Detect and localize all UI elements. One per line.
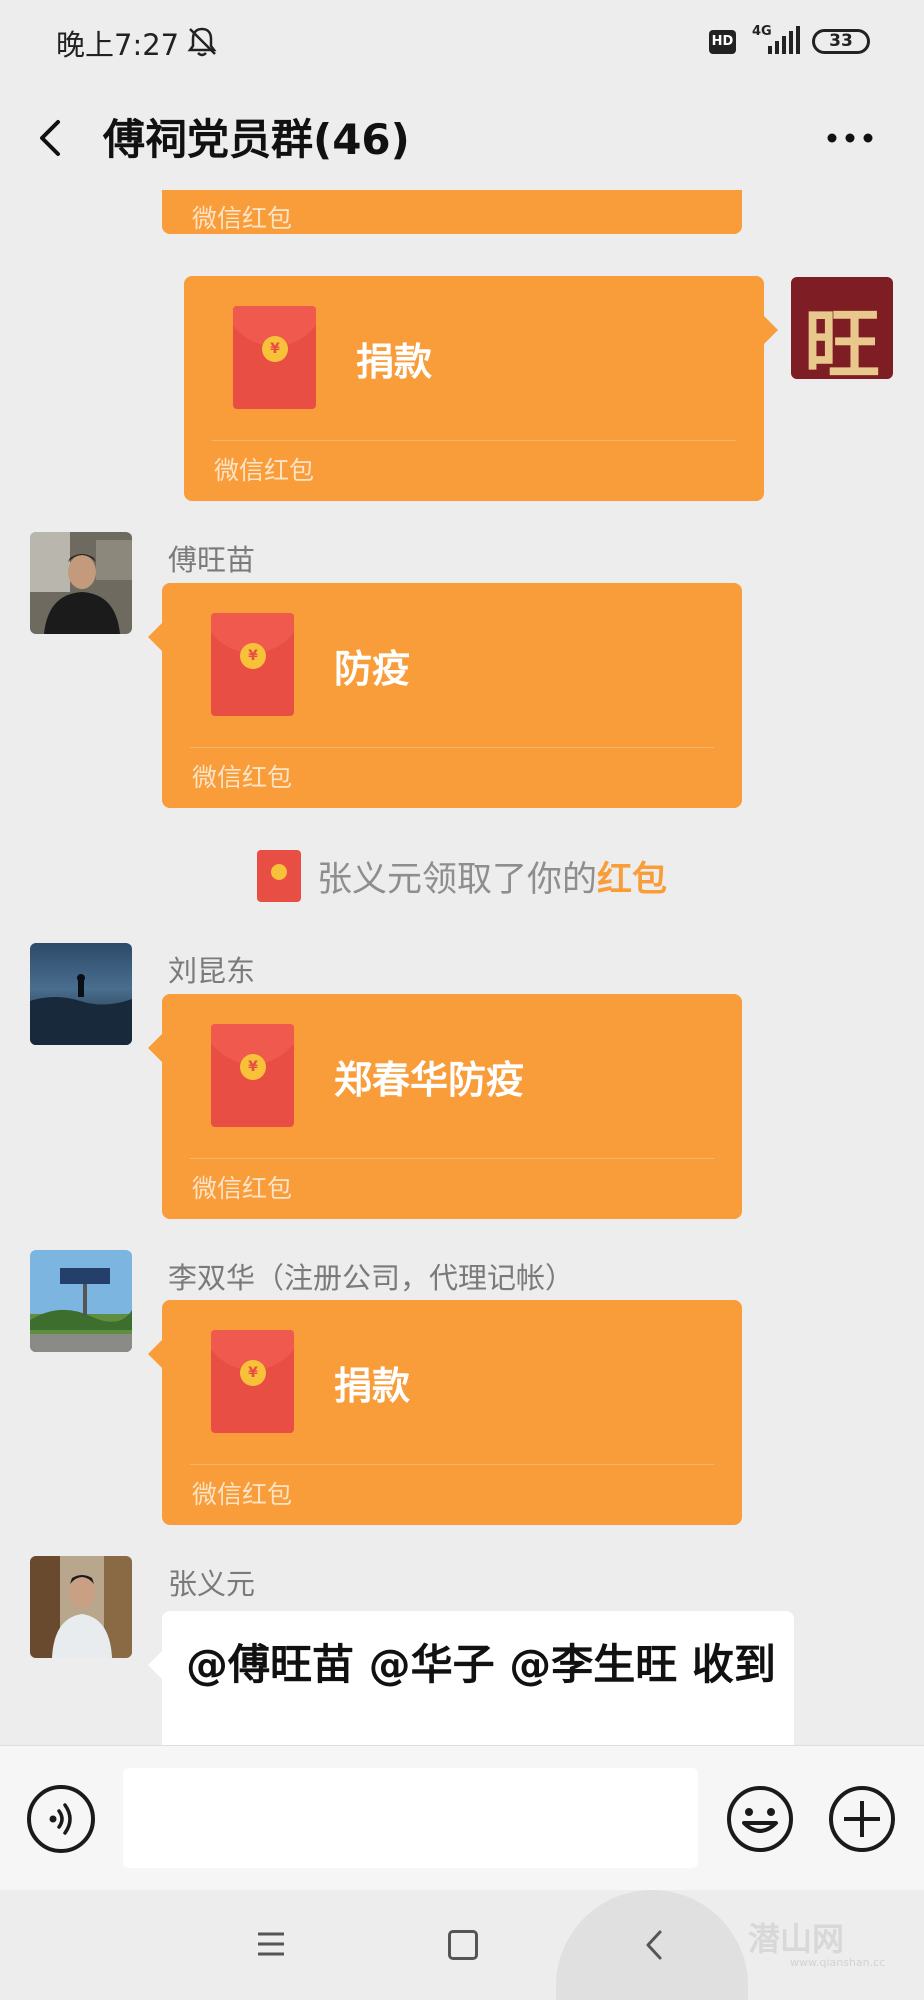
system-notice-text: 张义元领取了你的 [316,859,597,900]
avatar[interactable] [30,1556,132,1658]
voice-icon[interactable] [27,1785,95,1853]
input-bar [0,1745,924,1890]
back-icon[interactable] [640,1928,670,1962]
battery-indicator: 33 [812,29,870,54]
system-notice: 张义元领取了你的红包 [0,850,924,910]
red-envelope-icon: ¥ [211,613,294,716]
home-icon[interactable] [448,1930,478,1960]
emoji-icon[interactable] [726,1785,794,1853]
bell-off-icon [187,27,217,57]
avatar-photo [30,1250,132,1352]
chevron-left-icon[interactable] [30,108,70,168]
red-packet-footer: 微信红包 [192,204,293,233]
watermark-subtitle: www.qianshan.cc [790,1956,886,1969]
message-text: @傅旺苗 @华子 @李生旺 收到 [186,1640,776,1689]
sender-name: 张义元 [168,1567,256,1601]
watermark: 潜山网 [748,1920,845,1958]
red-envelope-icon: ¥ [233,306,316,409]
red-packet-message[interactable]: 微信红包 [162,190,742,234]
red-packet-footer: 微信红包 [192,1174,293,1203]
avatar[interactable] [30,532,132,634]
red-envelope-icon: ¥ [211,1024,294,1127]
red-packet-message[interactable]: ¥ 捐款 微信红包 [148,1300,742,1525]
text-message[interactable]: @傅旺苗 @华子 @李生旺 收到 [148,1611,794,1745]
red-packet-message[interactable]: ¥ 郑春华防疫 微信红包 [148,994,742,1219]
avatar-glyph: 旺 [804,300,880,379]
red-packet-message[interactable]: ¥ 捐款 微信红包 [184,276,778,501]
red-packet-title: 捐款 [356,340,433,384]
red-packet-footer: 微信红包 [192,763,293,792]
avatar[interactable]: 旺 [791,277,893,379]
red-packet-message[interactable]: ¥ 防疫 微信红包 [148,583,742,808]
red-packet-title: 捐款 [334,1364,411,1408]
avatar[interactable] [30,943,132,1045]
sender-name: 傅旺苗 [168,543,256,577]
hd-badge: HD [709,30,736,54]
signal-icon [768,26,800,54]
avatar-photo [30,532,132,634]
plus-icon[interactable] [828,1785,896,1853]
system-nav-bar: 潜山网 www.qianshan.cc [0,1890,924,2000]
chat-title: 傅祠党员群(46) [103,115,410,164]
chat-header: 傅祠党员群(46) [0,86,924,190]
red-packet-title: 防疫 [334,647,411,691]
status-time: 晚上7:27 [56,28,180,62]
status-bar: 晚上7:27 HD 4G 33 [0,0,924,86]
red-packet-link[interactable]: 红包 [597,860,667,900]
red-packet-footer: 微信红包 [192,1480,293,1509]
avatar-photo [30,1556,132,1658]
avatar-photo [30,943,132,1045]
more-dots-icon[interactable] [825,120,875,156]
red-envelope-icon [256,850,301,902]
message-input[interactable] [123,1768,698,1868]
sender-name: 李双华（注册公司，代理记帐） [168,1261,575,1295]
avatar[interactable] [30,1250,132,1352]
red-packet-footer: 微信红包 [214,456,315,485]
red-envelope-icon: ¥ [211,1330,294,1433]
menu-icon[interactable] [256,1930,286,1958]
red-packet-title: 郑春华防疫 [334,1058,525,1102]
chat-message-list[interactable]: 微信红包 ¥ 捐款 微信红包 旺 傅旺苗 ¥ 防疫 微信红包 张义元领取了你的红… [0,190,924,1745]
sender-name: 刘昆东 [168,954,256,988]
